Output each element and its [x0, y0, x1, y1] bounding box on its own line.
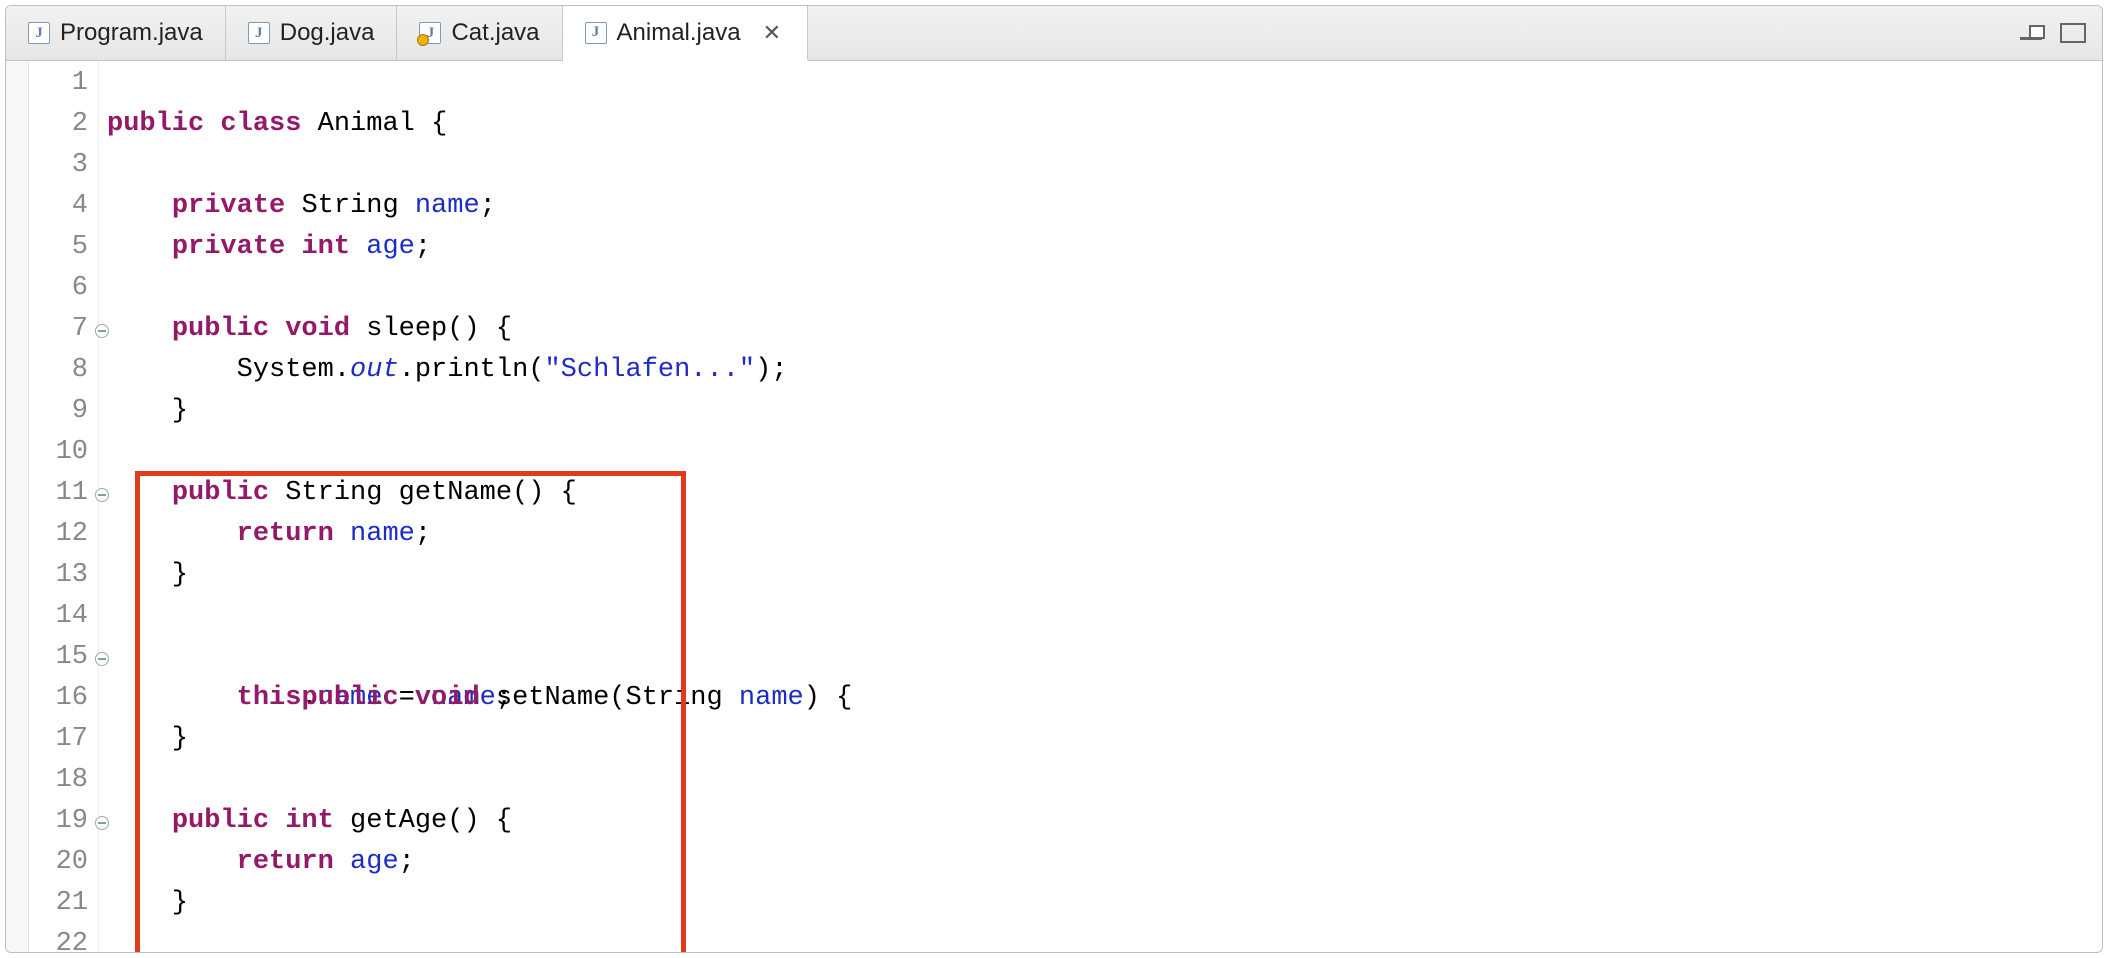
java-file-warning-icon: J [419, 22, 441, 44]
overview-ruler [6, 61, 29, 952]
window-controls [2020, 6, 2102, 60]
line-number: 10 [29, 432, 98, 473]
line-number: 3 [29, 145, 98, 186]
tab-animal-java[interactable]: J Animal.java ✕ [563, 6, 809, 61]
minimize-button[interactable] [2020, 33, 2042, 40]
line-number: 11 [29, 473, 98, 514]
code-line: } [107, 391, 2102, 432]
maximize-button[interactable] [2060, 23, 2086, 43]
line-number-gutter: 1 2 3 4 5 6 7 8 9 10 11 12 13 14 15 16 1… [29, 61, 99, 952]
editor-window: J Program.java J Dog.java J Cat.java J A… [5, 5, 2103, 953]
close-tab-icon[interactable]: ✕ [759, 20, 785, 46]
code-line: private String name; [107, 186, 2102, 227]
java-file-icon: J [28, 22, 50, 44]
line-number: 9 [29, 391, 98, 432]
line-number: 2 [29, 104, 98, 145]
code-line: return name; [107, 514, 2102, 555]
line-number: 1 [29, 63, 98, 104]
line-number: 14 [29, 596, 98, 637]
line-number: 6 [29, 268, 98, 309]
line-number: 7 [29, 309, 98, 350]
code-editor[interactable]: 1 2 3 4 5 6 7 8 9 10 11 12 13 14 15 16 1… [6, 61, 2102, 952]
code-line [107, 596, 2102, 637]
line-number: 16 [29, 678, 98, 719]
line-number: 15 [29, 637, 98, 678]
line-number: 21 [29, 883, 98, 924]
code-line [107, 924, 2102, 953]
line-number: 20 [29, 842, 98, 883]
line-number: 19 [29, 801, 98, 842]
java-file-icon: J [248, 22, 270, 44]
line-number: 12 [29, 514, 98, 555]
code-line: public class Animal { [107, 104, 2102, 145]
line-number: 13 [29, 555, 98, 596]
code-line: return age; [107, 842, 2102, 883]
code-line: private int age; [107, 227, 2102, 268]
tab-label: Cat.java [451, 19, 539, 47]
code-line: } [107, 555, 2102, 596]
java-file-icon: J [585, 22, 607, 44]
code-line [107, 63, 2102, 104]
tab-cat-java[interactable]: J Cat.java [397, 6, 562, 60]
code-line [107, 432, 2102, 473]
code-line: System.out.println("Schlafen..."); [107, 350, 2102, 391]
tab-label: Program.java [60, 19, 203, 47]
line-number: 8 [29, 350, 98, 391]
code-line: } [107, 719, 2102, 760]
code-line [107, 760, 2102, 801]
code-line [107, 268, 2102, 309]
code-line [107, 145, 2102, 186]
line-number: 22 [29, 924, 98, 953]
tab-dog-java[interactable]: J Dog.java [226, 6, 398, 60]
code-line: } [107, 883, 2102, 924]
line-number: 5 [29, 227, 98, 268]
line-number: 17 [29, 719, 98, 760]
tab-bar: J Program.java J Dog.java J Cat.java J A… [6, 6, 2102, 61]
tab-label: Dog.java [280, 19, 375, 47]
code-area[interactable]: public class Animal { private String nam… [99, 61, 2102, 952]
code-line: public String getName() { [107, 473, 2102, 514]
code-line: public void sleep() { [107, 309, 2102, 350]
line-number: 4 [29, 186, 98, 227]
tab-label: Animal.java [617, 19, 741, 47]
code-line: public void setName(String name) { [107, 637, 2102, 678]
tab-program-java[interactable]: J Program.java [6, 6, 226, 60]
line-number: 18 [29, 760, 98, 801]
code-line: public int getAge() { [107, 801, 2102, 842]
